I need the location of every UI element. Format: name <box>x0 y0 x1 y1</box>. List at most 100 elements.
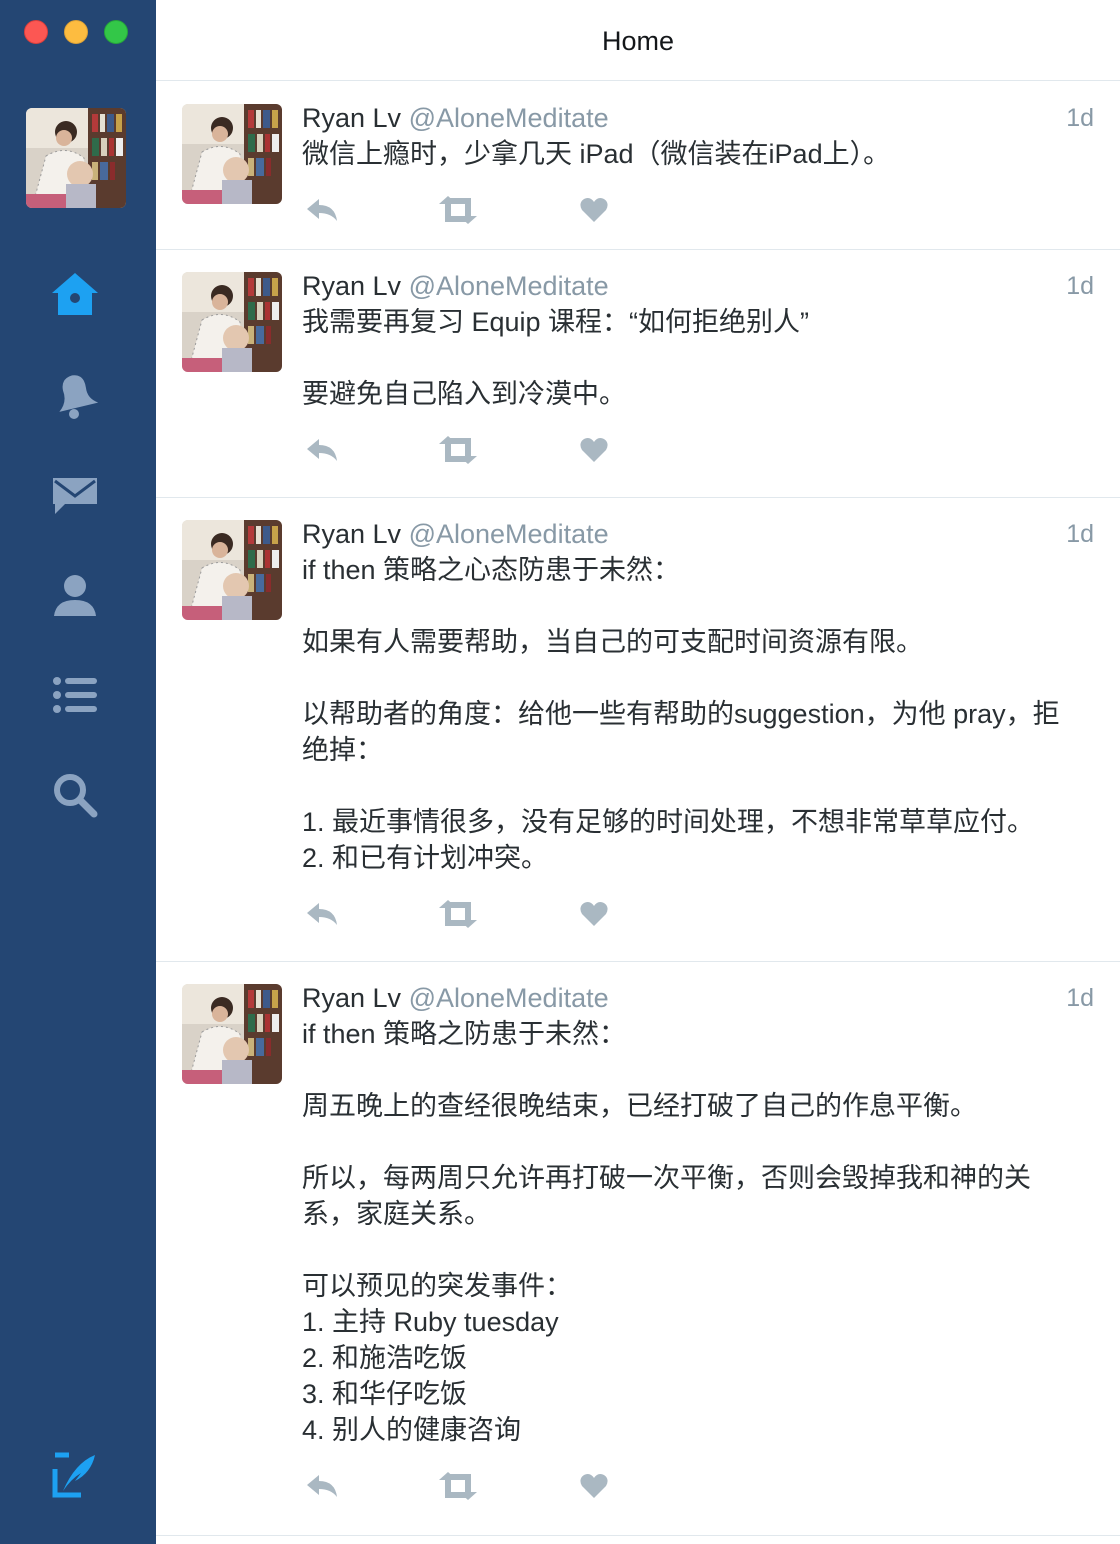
tweet-header: Ryan Lv @AloneMeditate <box>302 516 609 552</box>
tweet-text-line: 系，家庭关系。 <box>302 1199 491 1229</box>
tweet-author-avatar[interactable] <box>182 520 282 620</box>
minimize-window-button[interactable] <box>64 20 88 44</box>
reply-icon <box>305 901 339 932</box>
author-name[interactable]: Ryan Lv <box>302 271 401 301</box>
reply-button[interactable] <box>302 1470 342 1506</box>
heart-icon <box>580 197 608 228</box>
sidebar-item-notifications[interactable] <box>48 368 102 422</box>
author-name[interactable]: Ryan Lv <box>302 103 401 133</box>
tweet[interactable]: Ryan Lv @AloneMeditate 1d if then 策略之防患于未然… <box>156 962 1120 1536</box>
author-handle[interactable]: @AloneMeditate <box>409 983 609 1013</box>
reply-button[interactable] <box>302 194 342 230</box>
tweet-text-line <box>302 768 1102 804</box>
tweet[interactable]: Ryan Lv @AloneMeditate 1d 我需要再复习 Equip 课程：… <box>156 250 1120 498</box>
tweet-text-line <box>302 340 1102 376</box>
retweet-icon <box>437 435 479 469</box>
tweet-text-line: 我需要再复习 Equip 课程：“如何拒绝别人” <box>302 307 810 337</box>
retweet-button[interactable] <box>438 194 478 230</box>
tweet-text: 微信上瘾时，少拿几天 iPad（微信装在iPad上）。 <box>302 136 1102 172</box>
tweet[interactable]: Ryan Lv @AloneMeditate 1d if then 策略之心态防患于… <box>156 498 1120 962</box>
close-window-button[interactable] <box>24 20 48 44</box>
tweet-text-line: 4. 别人的健康咨询 <box>302 1415 522 1445</box>
tweet-text-line: 2. 和施浩吃饭 <box>302 1343 468 1373</box>
reply-icon <box>305 197 339 228</box>
tweet-text-line: 所以，每两周只允许再打破一次平衡，否则会毁掉我和神的关 <box>302 1163 1031 1193</box>
tweet-timestamp[interactable]: 1d <box>1066 268 1094 304</box>
reply-icon <box>305 437 339 468</box>
tweet-text-line: 可以预见的突发事件： <box>302 1271 572 1301</box>
retweet-icon <box>437 1471 479 1505</box>
retweet-button[interactable] <box>438 1470 478 1506</box>
tweet-text-line: 周五晚上的查经很晚结束，已经打破了自己的作息平衡。 <box>302 1091 977 1121</box>
reply-button[interactable] <box>302 434 342 470</box>
maximize-window-button[interactable] <box>104 20 128 44</box>
tweet-text-line <box>302 1052 1102 1088</box>
tweet-actions <box>302 1470 622 1506</box>
tweet-text-line <box>302 660 1102 696</box>
retweet-button[interactable] <box>438 898 478 934</box>
retweet-button[interactable] <box>438 434 478 470</box>
tweet-text-line: 微信上瘾时，少拿几天 iPad（微信装在iPad上）。 <box>302 139 891 169</box>
tweet-text: if then 策略之防患于未然： 周五晚上的查经很晚结束，已经打破了自己的作息平… <box>302 1016 1102 1448</box>
sidebar-item-search[interactable] <box>48 768 102 822</box>
author-name[interactable]: Ryan Lv <box>302 519 401 549</box>
tweet-text-line: 1. 最近事情很多，没有足够的时间处理，不想非常草草应付。 <box>302 807 1035 837</box>
timeline-panel: Home Ryan Lv @AloneMeditate 1d 微信上瘾时，少拿几… <box>156 0 1120 1544</box>
tweet-text-line: 1. 主持 Ruby tuesday <box>302 1307 559 1337</box>
tweet-text-line: if then 策略之防患于未然： <box>302 1019 627 1049</box>
tweet-author-avatar[interactable] <box>182 104 282 204</box>
tweet-text-line: if then 策略之心态防患于未然： <box>302 555 681 585</box>
tweet-timestamp[interactable]: 1d <box>1066 980 1094 1016</box>
retweet-icon <box>437 899 479 933</box>
tweet-text-line <box>302 1232 1102 1268</box>
app-window: Home Ryan Lv @AloneMeditate 1d 微信上瘾时，少拿几… <box>0 0 1120 1544</box>
heart-icon <box>580 1473 608 1504</box>
author-name[interactable]: Ryan Lv <box>302 983 401 1013</box>
tweet-text-line: 2. 和已有计划冲突。 <box>302 843 549 873</box>
tweet-author-avatar[interactable] <box>182 984 282 1084</box>
tweet-header: Ryan Lv @AloneMeditate <box>302 980 609 1016</box>
tweet-text-line: 如果有人需要帮助，当自己的可支配时间资源有限。 <box>302 627 923 657</box>
like-button[interactable] <box>574 1470 614 1506</box>
tweet-actions <box>302 194 622 230</box>
tweet-text-line: 要避免自己陷入到冷漠中。 <box>302 379 626 409</box>
tweet-text: 我需要再复习 Equip 课程：“如何拒绝别人” 要避免自己陷入到冷漠中。 <box>302 304 1102 412</box>
bell-icon <box>52 370 98 420</box>
home-icon <box>50 271 100 319</box>
tweet-actions <box>302 434 622 470</box>
author-handle[interactable]: @AloneMeditate <box>409 103 609 133</box>
tweet-text-line: 以帮助者的角度：给他一些有帮助的suggestion，为他 pray，拒 <box>302 699 1060 729</box>
tweet-text: if then 策略之心态防患于未然： 如果有人需要帮助，当自己的可支配时间资源有… <box>302 552 1102 876</box>
account-avatar[interactable] <box>26 108 126 208</box>
tweet-text-line: 3. 和华仔吃饭 <box>302 1379 468 1409</box>
tweet-timestamp[interactable]: 1d <box>1066 100 1094 136</box>
tweet-timestamp[interactable]: 1d <box>1066 516 1094 552</box>
sidebar-item-home[interactable] <box>48 268 102 322</box>
retweet-icon <box>437 195 479 229</box>
page-title: Home <box>601 25 675 56</box>
envelope-icon <box>51 474 99 516</box>
search-icon <box>52 772 98 818</box>
tweet-author-avatar[interactable] <box>182 272 282 372</box>
sidebar-item-lists[interactable] <box>48 668 102 722</box>
sidebar <box>0 0 156 1544</box>
like-button[interactable] <box>574 434 614 470</box>
author-handle[interactable]: @AloneMeditate <box>409 519 609 549</box>
tweet-text-line <box>302 588 1102 624</box>
compose-tweet-button[interactable] <box>48 1448 102 1502</box>
like-button[interactable] <box>574 898 614 934</box>
reply-button[interactable] <box>302 898 342 934</box>
author-handle[interactable]: @AloneMeditate <box>409 271 609 301</box>
tweet-text-line: 绝掉： <box>302 735 383 765</box>
tweet-header: Ryan Lv @AloneMeditate <box>302 268 609 304</box>
heart-icon <box>580 437 608 468</box>
like-button[interactable] <box>574 194 614 230</box>
sidebar-item-messages[interactable] <box>48 468 102 522</box>
heart-icon <box>580 901 608 932</box>
tweet[interactable]: Ryan Lv @AloneMeditate 1d 微信上瘾时，少拿几天 iPad（… <box>156 82 1120 250</box>
sidebar-item-profile[interactable] <box>48 568 102 622</box>
user-icon <box>52 572 98 618</box>
reply-icon <box>305 1473 339 1504</box>
compose-icon <box>51 1451 99 1499</box>
tweet-text-line <box>302 1124 1102 1160</box>
